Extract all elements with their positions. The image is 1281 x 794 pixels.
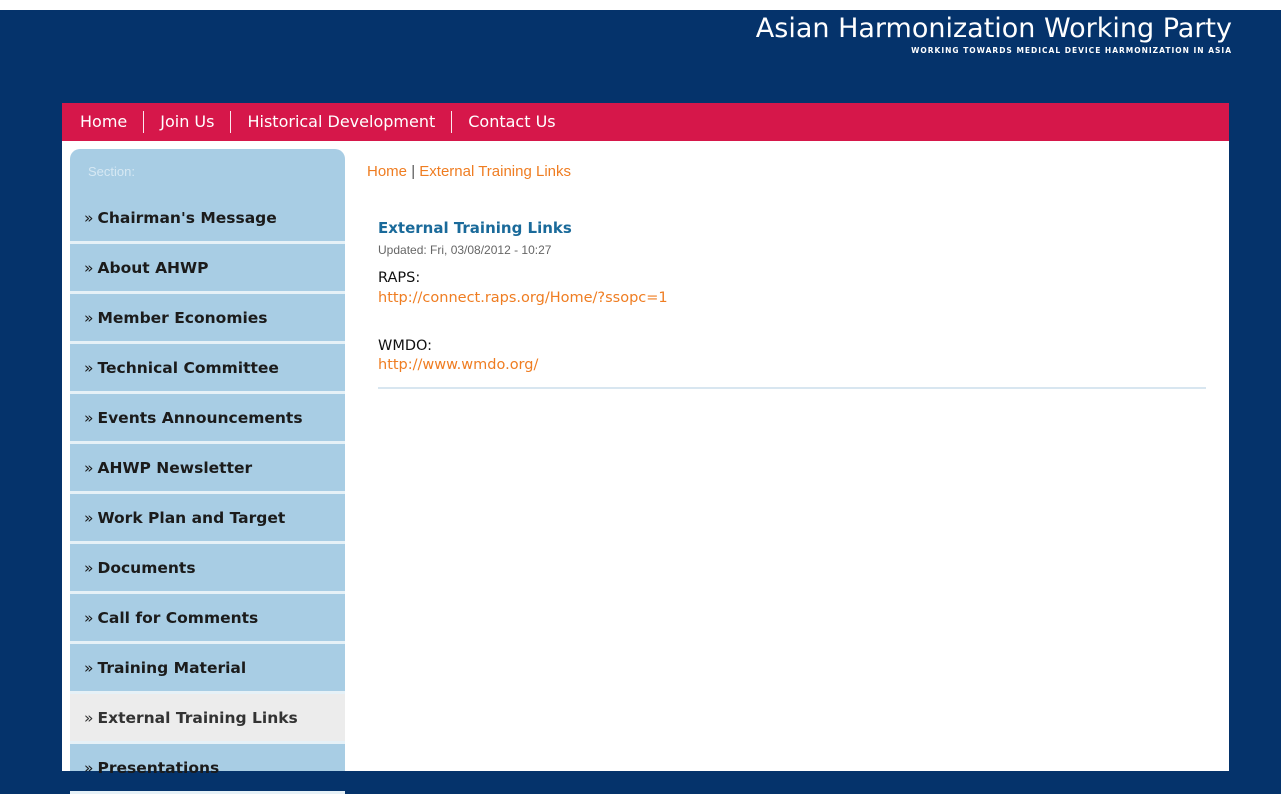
sidebar-item-member-economies[interactable]: » Member Economies (70, 294, 345, 344)
nav-divider (230, 111, 232, 133)
breadcrumb-separator: | (411, 163, 416, 180)
sidebar-item-label: Training Material (97, 658, 247, 677)
nav-historical-development[interactable]: Historical Development (231, 111, 451, 133)
sidebar-item-label: Presentations (97, 758, 220, 777)
sidebar-item-label: Call for Comments (97, 608, 259, 627)
entry-label-wmdo: WMDO: (378, 338, 433, 354)
sidebar-item-label: Events Announcements (97, 408, 303, 427)
raquo-icon: » (84, 558, 94, 577)
article-updated: Updated: Fri, 03/08/2012 - 10:27 (378, 243, 552, 257)
nav-divider (451, 111, 453, 133)
breadcrumb: Home | External Training Links (367, 163, 571, 180)
raquo-icon: » (84, 508, 94, 527)
sidebar-item-documents[interactable]: » Documents (70, 544, 345, 594)
breadcrumb-home[interactable]: Home (367, 163, 407, 180)
content-area: Section: » Chairman's Message » About AHWP… (62, 141, 1229, 794)
raquo-icon: » (84, 408, 94, 427)
sidebar-item-presentations[interactable]: » Presentations (70, 744, 345, 794)
sidebar-header: Section: (88, 164, 135, 179)
sidebar-item-external-training-links[interactable]: » External Training Links (70, 694, 345, 744)
nav-join-us[interactable]: Join Us (144, 111, 230, 133)
sidebar-item-about-ahwp[interactable]: » About AHWP (70, 244, 345, 294)
raquo-icon: » (84, 208, 94, 227)
sidebar-item-label: Documents (97, 558, 196, 577)
sidebar-item-label: Member Economies (97, 308, 268, 327)
sidebar-item-work-plan-and-target[interactable]: » Work Plan and Target (70, 494, 345, 544)
raquo-icon: » (84, 308, 94, 327)
sidebar-item-ahwp-newsletter[interactable]: » AHWP Newsletter (70, 444, 345, 494)
site-brand[interactable]: Asian Harmonization Working Party WORKIN… (756, 12, 1232, 55)
raquo-icon: » (84, 758, 94, 777)
sidebar-item-label: Chairman's Message (97, 208, 277, 227)
sidebar-item-label: AHWP Newsletter (97, 458, 253, 477)
link-wmdo[interactable]: http://www.wmdo.org/ (378, 357, 1206, 373)
top-strip (0, 0, 1281, 10)
article-divider (378, 387, 1206, 389)
nav-contact-us[interactable]: Contact Us (452, 111, 571, 133)
sidebar-item-label: External Training Links (97, 708, 298, 727)
sidebar-item-training-material[interactable]: » Training Material (70, 644, 345, 694)
sidebar-item-technical-committee[interactable]: » Technical Committee (70, 344, 345, 394)
nav-home[interactable]: Home (62, 111, 143, 133)
breadcrumb-current[interactable]: External Training Links (419, 163, 571, 180)
sidebar-item-label: About AHWP (97, 258, 209, 277)
main-nav: Home Join Us Historical Development Cont… (62, 103, 1229, 141)
sidebar-item-chairmans-message[interactable]: » Chairman's Message (70, 194, 345, 244)
raquo-icon: » (84, 358, 94, 377)
site-tagline: WORKING TOWARDS MEDICAL DEVICE HARMONIZA… (911, 46, 1232, 55)
raquo-icon: » (84, 258, 94, 277)
section-sidebar: Section: » Chairman's Message » About AHWP… (70, 149, 345, 794)
site-title: Asian Harmonization Working Party (755, 13, 1232, 44)
raquo-icon: » (84, 658, 94, 677)
nav-divider (143, 111, 145, 133)
sidebar-item-label: Technical Committee (97, 358, 279, 377)
raquo-icon: » (84, 608, 94, 627)
article-title: External Training Links (378, 219, 572, 237)
sidebar-item-label: Work Plan and Target (97, 508, 286, 527)
entry-label-raps: RAPS: (378, 270, 421, 286)
raquo-icon: » (84, 708, 94, 727)
article: External Training Links Updated: Fri, 03… (378, 219, 1206, 389)
raquo-icon: » (84, 458, 94, 477)
sidebar-item-call-for-comments[interactable]: » Call for Comments (70, 594, 345, 644)
sidebar-item-events-announcements[interactable]: » Events Announcements (70, 394, 345, 444)
link-raps[interactable]: http://connect.raps.org/Home/?ssopc=1 (378, 290, 1206, 306)
